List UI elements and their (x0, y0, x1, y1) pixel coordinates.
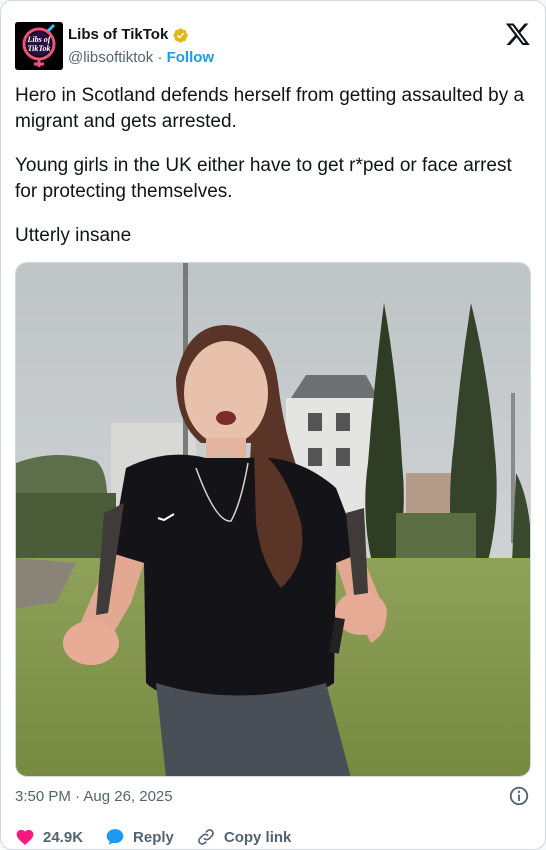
copy-link-label: Copy link (223, 828, 292, 846)
author-handle-row: @libsoftiktok · Follow (68, 49, 214, 67)
svg-text:TikTok: TikTok (28, 44, 51, 53)
follow-button[interactable]: Follow (167, 49, 215, 66)
author-name[interactable]: Libs of TikTok (68, 26, 168, 44)
tweet-video-thumbnail[interactable] (15, 262, 531, 777)
author-name-row[interactable]: Libs of TikTok (68, 26, 189, 44)
tweet-paragraph: Young girls in the UK either have to get… (15, 155, 512, 202)
reply-button[interactable]: Reply (105, 827, 174, 847)
copy-link-button[interactable]: Copy link (196, 827, 292, 847)
heart-icon (16, 829, 34, 845)
tweet-actions-bar: 24.9K Reply Copy link (15, 825, 313, 849)
video-frame-image (16, 263, 530, 776)
embedded-tweet-card: Libs of TikTok Libs of TikTok @libsoftik… (0, 0, 546, 850)
separator-dot: · (157, 49, 163, 66)
tweet-timestamp[interactable]: 3:50 PM · Aug 26, 2025 (15, 788, 173, 806)
avatar[interactable]: Libs of TikTok (15, 22, 63, 70)
tweet-paragraph: Utterly insane (15, 225, 132, 246)
info-icon[interactable] (508, 785, 530, 807)
svg-text:Libs of: Libs of (27, 35, 52, 44)
link-icon (198, 829, 214, 845)
tweet-paragraph: Hero in Scotland defends herself from ge… (15, 85, 525, 132)
reply-label: Reply (133, 828, 174, 846)
libs-of-tiktok-logo: Libs of TikTok (15, 22, 63, 70)
x-logo-icon[interactable] (505, 21, 531, 47)
like-button[interactable]: 24.9K (15, 827, 83, 847)
author-handle[interactable]: @libsoftiktok (68, 49, 153, 66)
tweet-text: Hero in Scotland defends herself from ge… (15, 83, 530, 249)
like-count: 24.9K (43, 828, 84, 846)
reply-bubble-icon (106, 829, 124, 845)
verified-badge-icon (173, 27, 189, 43)
